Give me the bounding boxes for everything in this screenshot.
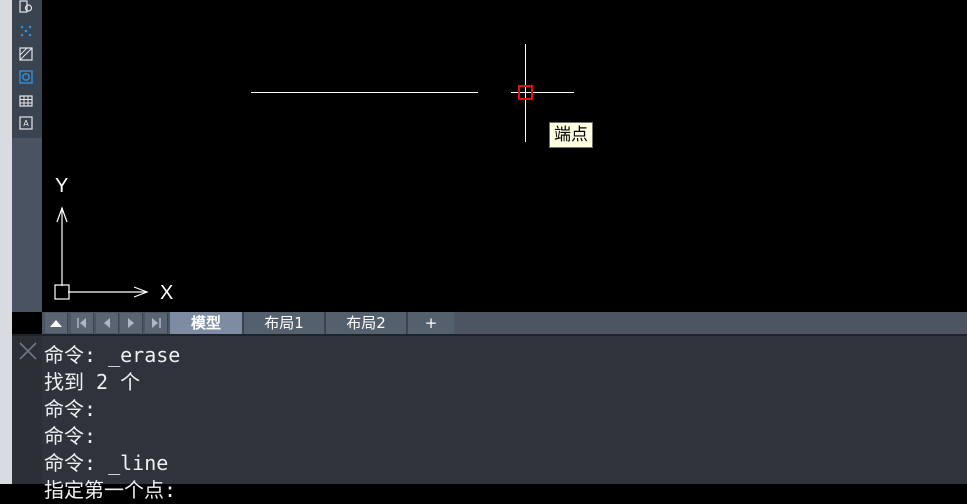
- prev-tab-icon[interactable]: [96, 313, 119, 333]
- tab-model[interactable]: 模型: [170, 312, 242, 334]
- command-line: 命令: _line: [44, 451, 169, 475]
- first-tab-icon[interactable]: [71, 313, 94, 333]
- command-line: 命令:: [44, 397, 97, 421]
- text-box-icon[interactable]: A: [19, 116, 33, 130]
- properties-icon[interactable]: [19, 0, 33, 14]
- region-icon[interactable]: [19, 70, 33, 84]
- last-tab-icon[interactable]: [145, 313, 168, 333]
- tab-layout1[interactable]: 布局1: [244, 312, 324, 334]
- point-icon[interactable]: [19, 24, 33, 38]
- osnap-tooltip: 端点: [549, 122, 593, 148]
- ucs-y-label: Y: [55, 175, 69, 197]
- drawing-geometry: [54, 44, 574, 300]
- hatch-icon[interactable]: [19, 47, 33, 61]
- ucs-x-label: X: [160, 282, 174, 304]
- tab-layout2[interactable]: 布局2: [326, 312, 406, 334]
- scroll-up-icon[interactable]: [45, 313, 68, 333]
- command-history: 命令: _erase 找到 2 个 命令: 命令: 命令: _line 指定第一…: [44, 342, 944, 504]
- close-icon[interactable]: [18, 341, 38, 361]
- command-line: 命令: _erase: [44, 343, 181, 367]
- next-tab-icon[interactable]: [120, 313, 143, 333]
- add-layout-tab-button[interactable]: +: [408, 312, 454, 334]
- command-line: 命令:: [44, 424, 97, 448]
- toolbar-panel-bg: [12, 138, 42, 312]
- svg-text:A: A: [23, 119, 29, 128]
- window-left-edge: [0, 0, 12, 484]
- ucs-origin-box: [54, 284, 70, 300]
- table-icon[interactable]: [19, 94, 33, 108]
- command-line: 指定第一个点:: [44, 478, 177, 502]
- command-line: 找到 2 个: [44, 370, 141, 394]
